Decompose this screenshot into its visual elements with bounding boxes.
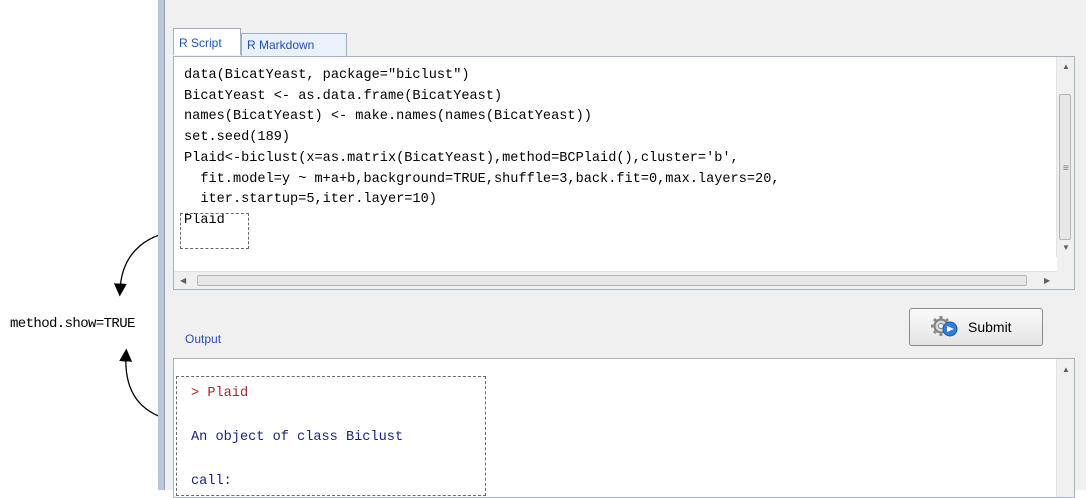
code-line: data(BicatYeast, package="biclust") <box>184 68 470 83</box>
editor-horizontal-scrollbar[interactable]: ◀ ▶ <box>174 271 1059 289</box>
scrollbar-corner <box>1057 255 1074 289</box>
script-editor[interactable]: data(BicatYeast, package="biclust") Bica… <box>173 56 1075 290</box>
code-line: set.seed(189) <box>184 130 291 146</box>
code-line: iter.startup=5,iter.layer=10) <box>184 192 437 208</box>
scroll-left-icon[interactable]: ◀ <box>180 276 186 285</box>
grip-icon: ≡ <box>1063 163 1069 174</box>
output-label: Output <box>185 332 222 346</box>
tab-r-markdown[interactable]: R Markdown <box>241 33 347 56</box>
scroll-up-icon[interactable]: ▲ <box>1062 365 1070 374</box>
left-splitter[interactable] <box>158 0 165 490</box>
scroll-up-icon[interactable]: ▲ <box>1062 62 1070 71</box>
editor-vertical-scrollbar[interactable]: ▲ ≡ ▼ <box>1056 57 1074 257</box>
submit-label: Submit <box>968 319 1012 335</box>
scroll-down-icon[interactable]: ▼ <box>1062 243 1070 252</box>
code-line: BicatYeast <- as.data.frame(BicatYeast) <box>184 88 503 104</box>
highlight-plaid-input <box>180 213 249 249</box>
gear-icon <box>931 316 958 337</box>
code-block[interactable]: data(BicatYeast, package="biclust") Bica… <box>184 66 780 232</box>
vertical-scroll-thumb[interactable]: ≡ <box>1059 94 1071 240</box>
tab-r-script[interactable]: R Script <box>173 28 241 55</box>
highlight-plaid-output <box>176 376 486 496</box>
submit-button[interactable]: Submit <box>909 308 1043 346</box>
scroll-right-icon[interactable]: ▶ <box>1044 276 1050 285</box>
code-line: names(BicatYeast) <- make.names(names(Bi… <box>184 109 592 125</box>
code-line: Plaid<-biclust(x=as.matrix(BicatYeast),m… <box>184 150 739 166</box>
horizontal-scroll-thumb[interactable] <box>197 275 1027 286</box>
code-line: fit.model=y ~ m+a+b,background=TRUE,shuf… <box>184 171 780 187</box>
output-vertical-scrollbar[interactable]: ▲ <box>1056 359 1074 497</box>
